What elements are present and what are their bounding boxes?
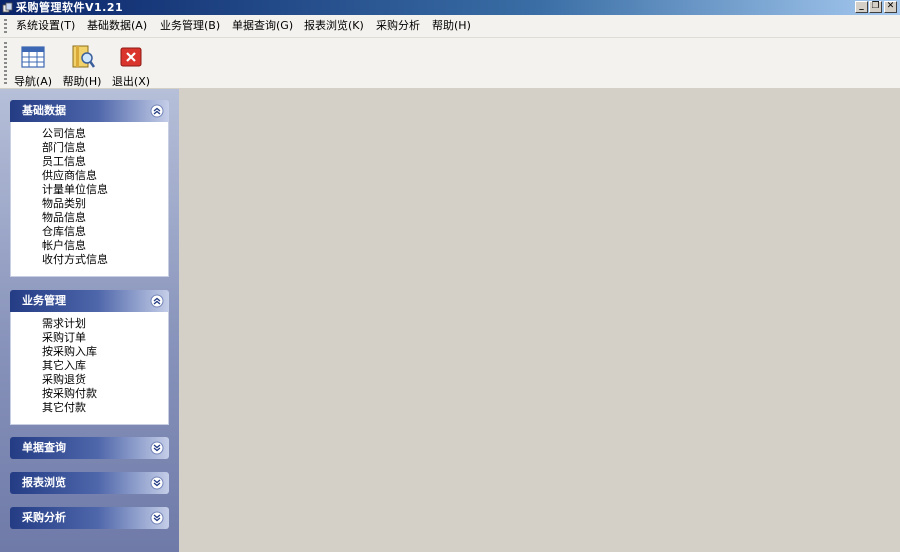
sidebar: 基础数据 公司信息 部门信息 员工信息 供应商信息 计量单位信息 物品类别 物品…: [0, 89, 179, 552]
app-icon: [2, 2, 13, 13]
exit-close-icon: [120, 47, 142, 67]
sidebar-item-purchase-order[interactable]: 采购订单: [11, 331, 168, 345]
window-title: 采购管理软件V1.21: [16, 1, 124, 14]
menu-grip: [4, 19, 7, 33]
sidebar-item-other-payment[interactable]: 其它付款: [11, 401, 168, 415]
sidebar-group-title: 业务管理: [22, 294, 66, 307]
help-button[interactable]: 帮助(H): [60, 40, 104, 88]
sidebar-item-demand-plan[interactable]: 需求计划: [11, 317, 168, 331]
title-bar: 采购管理软件V1.21 _ ❐ ✕: [0, 0, 900, 15]
chevron-down-icon[interactable]: [150, 476, 164, 490]
sidebar-item-purchase-return[interactable]: 采购退货: [11, 373, 168, 387]
sidebar-group-report-browse: 报表浏览: [10, 472, 169, 494]
toolbar: 导航(A) 帮助(H) 退出(X): [0, 38, 900, 88]
sidebar-item-other-receipt[interactable]: 其它入库: [11, 359, 168, 373]
exit-button[interactable]: 退出(X): [109, 40, 153, 88]
menu-purchase-analysis[interactable]: 采购分析: [376, 19, 420, 33]
sidebar-group-header[interactable]: 采购分析: [10, 507, 169, 529]
nav-button-label: 导航(A): [13, 75, 53, 88]
sidebar-item-payment-method-info[interactable]: 收付方式信息: [11, 253, 168, 267]
sidebar-group-header[interactable]: 报表浏览: [10, 472, 169, 494]
menu-bar: 系统设置(T) 基础数据(A) 业务管理(B) 单据查询(G) 报表浏览(K) …: [0, 15, 900, 38]
menu-document-query[interactable]: 单据查询(G): [232, 19, 293, 33]
restore-button[interactable]: ❐: [869, 1, 882, 13]
sidebar-item-item-category[interactable]: 物品类别: [11, 197, 168, 211]
sidebar-group-base-data: 基础数据 公司信息 部门信息 员工信息 供应商信息 计量单位信息 物品类别 物品…: [10, 100, 169, 277]
menu-report-browse[interactable]: 报表浏览(K): [304, 19, 364, 33]
chevron-down-icon[interactable]: [150, 511, 164, 525]
sidebar-item-company-info[interactable]: 公司信息: [11, 127, 168, 141]
menu-business[interactable]: 业务管理(B): [160, 19, 220, 33]
chevron-up-icon[interactable]: [150, 294, 164, 308]
menu-system-settings[interactable]: 系统设置(T): [16, 19, 75, 33]
chevron-down-icon[interactable]: [150, 441, 164, 455]
sidebar-group-body: 公司信息 部门信息 员工信息 供应商信息 计量单位信息 物品类别 物品信息 仓库…: [10, 122, 169, 277]
sidebar-group-body: 需求计划 采购订单 按采购入库 其它入库 采购退货 按采购付款 其它付款: [10, 312, 169, 425]
sidebar-group-header[interactable]: 单据查询: [10, 437, 169, 459]
sidebar-item-unit-info[interactable]: 计量单位信息: [11, 183, 168, 197]
sidebar-group-purchase-analysis: 采购分析: [10, 507, 169, 529]
sidebar-item-item-info[interactable]: 物品信息: [11, 211, 168, 225]
help-book-icon: [72, 45, 96, 68]
sidebar-group-document-query: 单据查询: [10, 437, 169, 459]
sidebar-item-warehouse-info[interactable]: 仓库信息: [11, 225, 168, 239]
sidebar-group-header[interactable]: 基础数据: [10, 100, 169, 122]
close-button[interactable]: ✕: [884, 1, 897, 13]
exit-button-label: 退出(X): [111, 75, 151, 88]
main-workspace: [179, 89, 900, 552]
chevron-up-icon[interactable]: [150, 104, 164, 118]
sidebar-group-title: 单据查询: [22, 441, 66, 454]
sidebar-group-title: 报表浏览: [22, 476, 66, 489]
menu-help[interactable]: 帮助(H): [432, 19, 471, 33]
sidebar-item-purchase-receipt[interactable]: 按采购入库: [11, 345, 168, 359]
toolbar-grip: [4, 42, 7, 86]
sidebar-item-purchase-payment[interactable]: 按采购付款: [11, 387, 168, 401]
table-grid-icon: [21, 46, 45, 68]
sidebar-item-account-info[interactable]: 帐户信息: [11, 239, 168, 253]
sidebar-group-header[interactable]: 业务管理: [10, 290, 169, 312]
sidebar-item-department-info[interactable]: 部门信息: [11, 141, 168, 155]
help-button-label: 帮助(H): [62, 75, 102, 88]
minimize-button[interactable]: _: [855, 1, 868, 13]
sidebar-item-employee-info[interactable]: 员工信息: [11, 155, 168, 169]
sidebar-item-supplier-info[interactable]: 供应商信息: [11, 169, 168, 183]
sidebar-group-business: 业务管理 需求计划 采购订单 按采购入库 其它入库 采购退货 按采购付款 其它付…: [10, 290, 169, 425]
nav-button[interactable]: 导航(A): [11, 40, 55, 88]
menu-base-data[interactable]: 基础数据(A): [87, 19, 147, 33]
sidebar-group-title: 基础数据: [22, 104, 66, 117]
sidebar-group-title: 采购分析: [22, 511, 66, 524]
